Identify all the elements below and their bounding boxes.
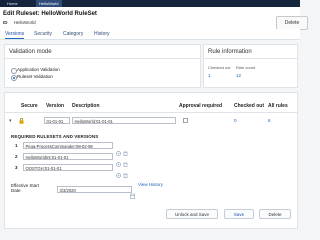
- top-nav: Home HelloWorld: [0, 0, 300, 7]
- required-ruleset-input[interactable]: OOSTGH:01-01-01: [23, 164, 113, 171]
- tab-bar: Versions Security Category History: [0, 29, 300, 40]
- unlock-and-save-button[interactable]: Unlock and Save: [166, 209, 218, 219]
- tab-versions[interactable]: Versions: [5, 30, 25, 39]
- rule-count-value[interactable]: 12: [236, 73, 241, 78]
- rule-information-panel: Rule information Checked out 1 Rule coun…: [203, 44, 298, 88]
- delete-row-icon[interactable]: [123, 143, 128, 157]
- approval-required-checkbox[interactable]: [183, 118, 188, 123]
- effective-start-date-input[interactable]: 3/3/2020: [57, 186, 132, 193]
- save-button[interactable]: Save: [224, 209, 254, 219]
- validation-mode-title: Validation mode: [9, 49, 52, 55]
- col-secure: Secure: [21, 103, 38, 109]
- effective-label-line2: Date: [11, 188, 21, 193]
- all-rules-count[interactable]: 6: [268, 118, 271, 123]
- col-all-rules: All rules: [268, 103, 288, 109]
- checked-out-count[interactable]: 0: [234, 118, 237, 123]
- description-input[interactable]: HelloWorld:01-01-01: [72, 117, 176, 124]
- tab-history[interactable]: History: [94, 30, 110, 38]
- col-description: Description: [72, 103, 100, 109]
- version-input[interactable]: 01-01-01: [44, 117, 70, 124]
- header-delete-button[interactable]: Delete: [276, 16, 308, 30]
- view-history-link[interactable]: View History: [138, 182, 163, 187]
- required-row-number: 2: [15, 154, 18, 159]
- calendar-icon[interactable]: [130, 186, 135, 204]
- lookup-icon[interactable]: [116, 154, 121, 167]
- delete-row-icon[interactable]: [123, 165, 128, 179]
- col-version: Version: [46, 103, 65, 109]
- lookup-icon[interactable]: [116, 165, 121, 178]
- nav-tab-helloworld[interactable]: HelloWorld: [36, 0, 62, 7]
- required-ruleset-input[interactable]: HelloWorldInt:01-01-01: [23, 153, 113, 160]
- versions-panel: Secure Version Description Approval requ…: [4, 92, 298, 229]
- ruleset-validation-label: Ruleset Validation: [17, 74, 53, 79]
- col-checked-out: Checked out: [234, 103, 265, 109]
- lock-icon[interactable]: [19, 118, 24, 124]
- tab-category[interactable]: Category: [63, 30, 83, 38]
- required-row-number: 3: [15, 165, 18, 170]
- rule-id: ID HelloWorld: [3, 20, 36, 25]
- tab-security[interactable]: Security: [34, 30, 52, 38]
- application-validation-label: Application Validation: [17, 67, 60, 72]
- checked-out-label: Checked out: [208, 65, 231, 70]
- lookup-icon[interactable]: [116, 143, 121, 156]
- expand-row-icon[interactable]: ▾: [9, 118, 12, 124]
- divider: [5, 58, 200, 59]
- rule-id-value: HelloWorld: [13, 20, 36, 25]
- page-title: Edit Ruleset: HelloWorld RuleSet: [3, 11, 97, 17]
- checked-out-value[interactable]: 1: [208, 73, 211, 78]
- rule-header: Edit Ruleset: HelloWorld RuleSet ID Hell…: [0, 7, 308, 30]
- required-ruleset-input[interactable]: Pega-ProcessCommander:08-02-99: [23, 142, 113, 149]
- divider: [204, 58, 297, 59]
- required-rulesets-title: REQUIRED RULESETS AND VERSIONS: [11, 134, 99, 139]
- col-approval-required: Approval required: [179, 103, 223, 109]
- validation-mode-panel: Validation mode Application Validation R…: [4, 44, 201, 88]
- delete-button[interactable]: Delete: [259, 209, 291, 219]
- delete-row-icon[interactable]: [123, 154, 128, 168]
- divider: [5, 112, 297, 113]
- required-row-number: 1: [15, 143, 18, 148]
- rule-information-title: Rule information: [208, 49, 252, 55]
- effective-start-date-label: Effective Start Date: [11, 183, 39, 193]
- rule-count-label: Rule count: [236, 65, 256, 70]
- nav-tab-home[interactable]: Home: [4, 0, 21, 7]
- rule-id-label: ID: [3, 20, 8, 25]
